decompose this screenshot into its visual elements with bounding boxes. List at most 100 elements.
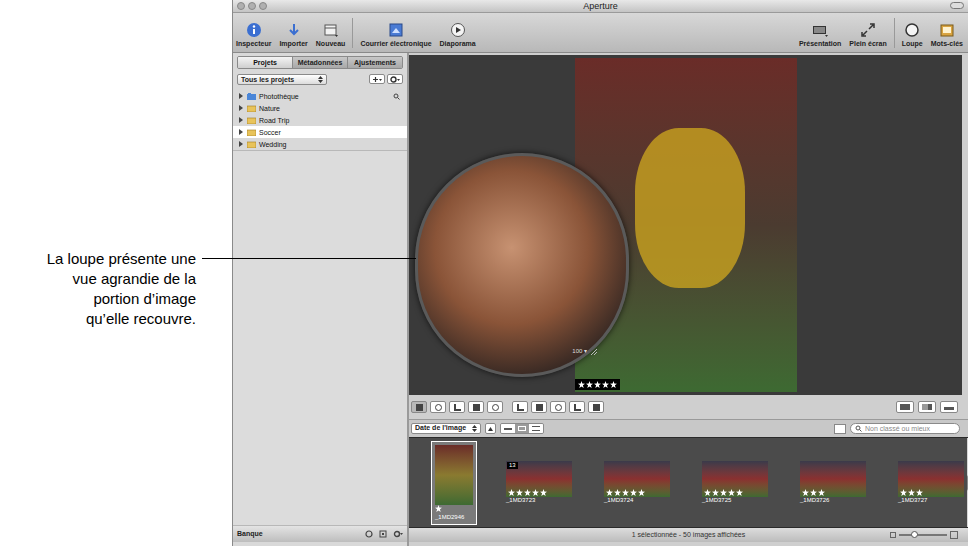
email-icon — [388, 22, 404, 38]
disclosure-icon[interactable] — [238, 129, 244, 135]
updown-icon — [318, 76, 323, 83]
sidebar-item[interactable]: Road Trip — [233, 114, 407, 126]
filter-button[interactable] — [834, 424, 846, 434]
disclosure-icon[interactable] — [238, 93, 244, 99]
disclosure-icon[interactable] — [238, 141, 244, 147]
item-label: Wedding — [259, 140, 401, 149]
import-icon — [286, 22, 302, 38]
action-button[interactable] — [387, 74, 403, 84]
sidebar-item[interactable]: Wedding — [233, 138, 407, 150]
thumbnail-image[interactable]: 13 — [506, 461, 572, 497]
tool-button[interactable] — [411, 401, 427, 413]
disclosure-icon[interactable] — [238, 117, 244, 123]
toolbar-button[interactable]: Mots-clés — [930, 22, 964, 48]
minimize-button[interactable] — [248, 2, 256, 10]
status-bar: 1 sélectionnée - 50 images affichées — [409, 528, 968, 542]
resize-icon[interactable] — [590, 348, 598, 356]
toolbar-button[interactable]: Courrier électronique — [359, 22, 432, 48]
stack-icon — [473, 404, 480, 411]
search-input[interactable] — [865, 424, 955, 433]
filter-dropdown[interactable]: Tous les projets — [237, 74, 327, 85]
list-view-button[interactable] — [529, 424, 543, 433]
tool-button[interactable] — [487, 401, 503, 413]
toolbar-button[interactable]: Inspecteur — [235, 22, 272, 48]
thumbnail[interactable]: _1MD3726 — [797, 458, 869, 507]
loupe-zoom[interactable]: 100 ▾ — [572, 347, 587, 356]
thumbnail-image[interactable] — [604, 461, 670, 497]
stack-badge[interactable]: 13 — [507, 462, 518, 469]
filter-label: Tous les projets — [241, 75, 294, 84]
straighten-icon — [555, 404, 562, 411]
browser-button[interactable] — [940, 401, 958, 413]
tool-button[interactable] — [449, 401, 465, 413]
sort-dropdown[interactable]: Date de l'image — [411, 423, 481, 434]
disclosure-icon[interactable] — [238, 105, 244, 111]
toolbar-toggle[interactable] — [950, 2, 964, 9]
sidebar: ProjetsMétadonnéesAjustements Tous les p… — [233, 53, 407, 546]
tool-button[interactable] — [550, 401, 566, 413]
callout-line — [202, 258, 416, 259]
display-button[interactable] — [896, 401, 914, 413]
star-icon — [712, 489, 719, 496]
grid-icon — [518, 426, 526, 431]
tool-button[interactable] — [588, 401, 604, 413]
toolbar-button[interactable]: Présentation — [798, 22, 842, 48]
sidebar-item[interactable]: Nature — [233, 102, 407, 114]
loupe[interactable]: 100 ▾ — [415, 153, 629, 377]
filmstrip-view-button[interactable] — [501, 424, 515, 433]
sort-order-button[interactable] — [485, 423, 496, 434]
toolbar-button[interactable]: Diaporama — [439, 22, 477, 48]
magnifier-icon[interactable] — [393, 93, 401, 100]
toolbar-label: Courrier électronique — [360, 40, 431, 48]
tool-button[interactable] — [430, 401, 446, 413]
sidebar-tab[interactable]: Métadonnées — [292, 57, 347, 68]
toolbar-button[interactable]: Plein écran — [848, 22, 887, 48]
thumbnail-image[interactable] — [435, 445, 473, 505]
callout-line-text: qu’elle recouvre. — [86, 309, 196, 329]
add-project-button[interactable] — [369, 74, 385, 84]
slider-knob[interactable] — [911, 531, 918, 538]
pointer-icon — [416, 404, 423, 411]
search-field[interactable] — [850, 423, 960, 434]
screen-icon — [900, 404, 910, 410]
sort-label: Date de l'image — [415, 423, 466, 434]
browser: _1MD2946 13_1MD3723 _1MD3724 _1MD3725 _1MD37… — [409, 437, 968, 528]
tool-group — [411, 401, 604, 413]
gear-icon[interactable] — [393, 530, 403, 538]
vault-icon[interactable] — [379, 530, 387, 538]
thumbnail-image[interactable] — [800, 461, 866, 497]
tool-strip — [409, 395, 968, 419]
thumbnail-image[interactable] — [702, 461, 768, 497]
toolbar-button[interactable]: Importer — [278, 22, 308, 48]
star-icon — [516, 489, 523, 496]
zoom-button[interactable] — [259, 2, 267, 10]
split-button[interactable] — [918, 401, 936, 413]
toolbar-separator — [352, 18, 353, 48]
sidebar-item[interactable]: Photothèque — [233, 90, 407, 102]
thumbnail-name: _1MD3724 — [604, 496, 633, 504]
scroll-thumb[interactable] — [967, 475, 968, 491]
app-window: Aperture InspecteurImporterNouveauCourri… — [232, 0, 968, 546]
sync-icon[interactable] — [365, 530, 373, 538]
updown-icon — [472, 425, 477, 432]
thumbnail[interactable]: 13_1MD3723 — [503, 458, 575, 507]
sidebar-tab[interactable]: Ajustements — [347, 57, 402, 68]
thumbnail[interactable]: _1MD3724 — [601, 458, 673, 507]
size-slider[interactable] — [899, 534, 947, 536]
close-button[interactable] — [237, 2, 245, 10]
sidebar-item[interactable]: Soccer — [233, 126, 407, 138]
toolbar-button[interactable]: Loupe — [901, 22, 924, 48]
scrollbar[interactable] — [967, 438, 968, 527]
grid-view-button[interactable] — [515, 424, 529, 433]
toolbar-button[interactable]: Nouveau — [315, 22, 347, 48]
tool-button[interactable] — [569, 401, 585, 413]
thumbnail[interactable]: _1MD3727 — [895, 458, 967, 507]
tool-button[interactable] — [468, 401, 484, 413]
tool-button[interactable] — [512, 401, 528, 413]
project-icon — [247, 129, 256, 136]
thumbnail[interactable]: _1MD3725 — [699, 458, 771, 507]
sidebar-tab[interactable]: Projets — [238, 57, 292, 68]
thumbnail[interactable]: _1MD2946 — [431, 441, 477, 525]
tool-button[interactable] — [531, 401, 547, 413]
thumbnail-image[interactable] — [898, 461, 964, 497]
